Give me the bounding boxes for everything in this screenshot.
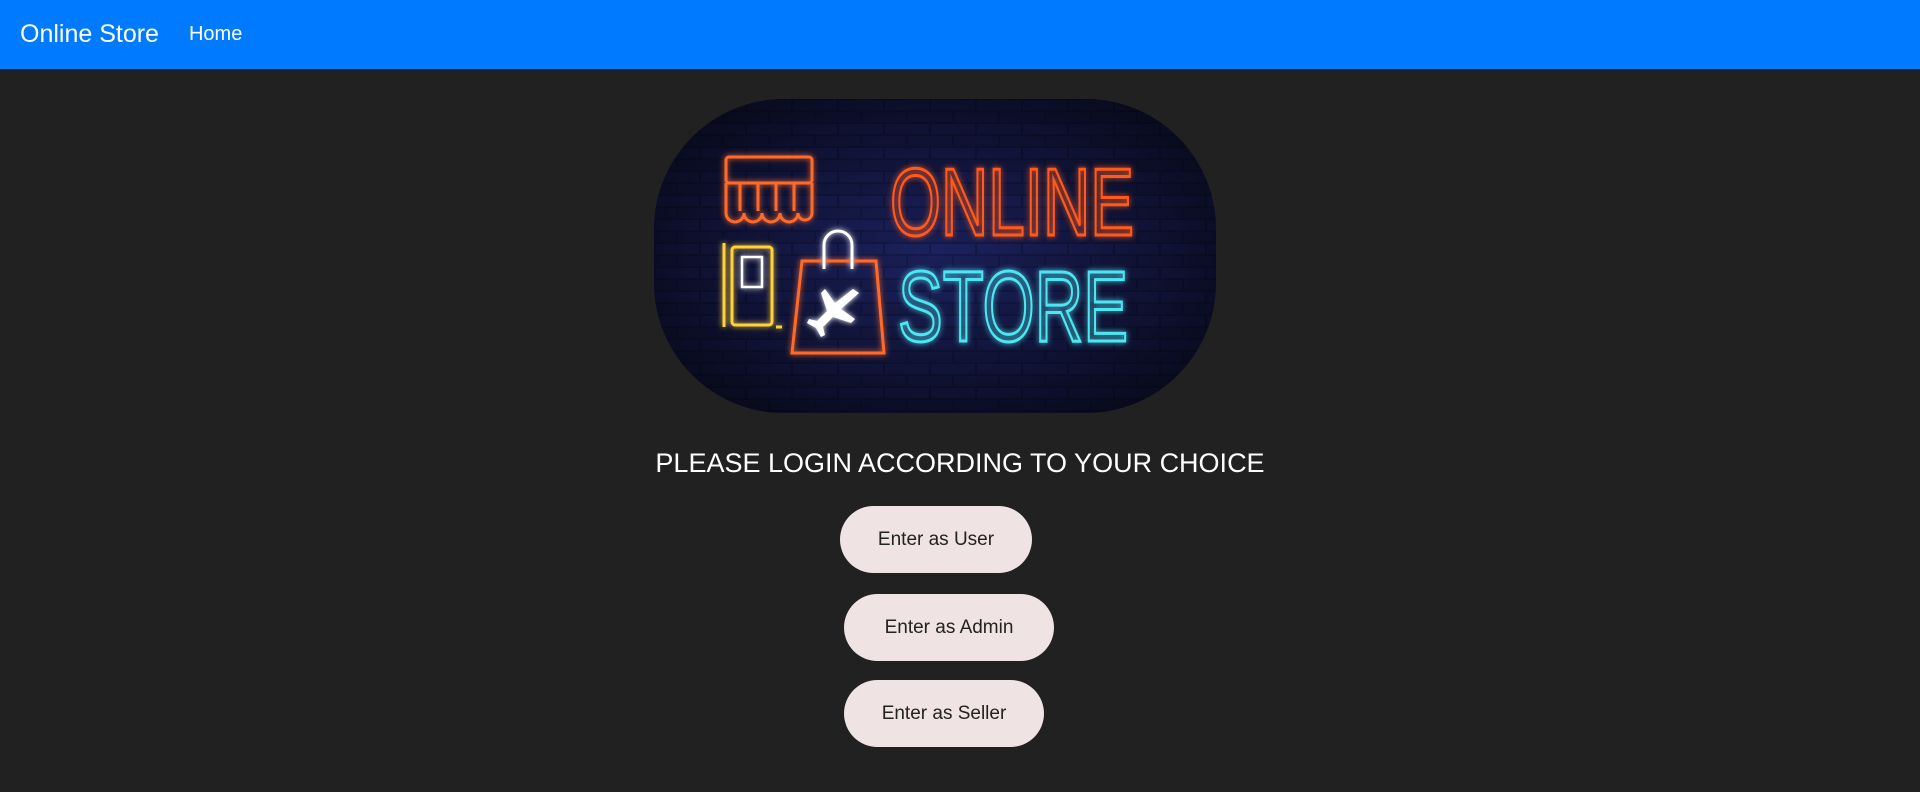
enter-as-seller-button[interactable]: Enter as Seller: [844, 680, 1044, 747]
banner-online-text: ONLINE: [890, 149, 1134, 256]
navbar-brand[interactable]: Online Store: [20, 20, 159, 49]
top-navbar: Online Store Home: [0, 0, 1920, 69]
nav-link-home[interactable]: Home: [189, 23, 242, 46]
banner-store-text: STORE: [898, 251, 1128, 363]
online-store-banner: ONLINE STORE: [654, 99, 1216, 413]
enter-as-user-button[interactable]: Enter as User: [840, 506, 1032, 573]
login-prompt: PLEASE LOGIN ACCORDING TO YOUR CHOICE: [655, 448, 1265, 478]
enter-as-admin-button[interactable]: Enter as Admin: [844, 594, 1054, 661]
